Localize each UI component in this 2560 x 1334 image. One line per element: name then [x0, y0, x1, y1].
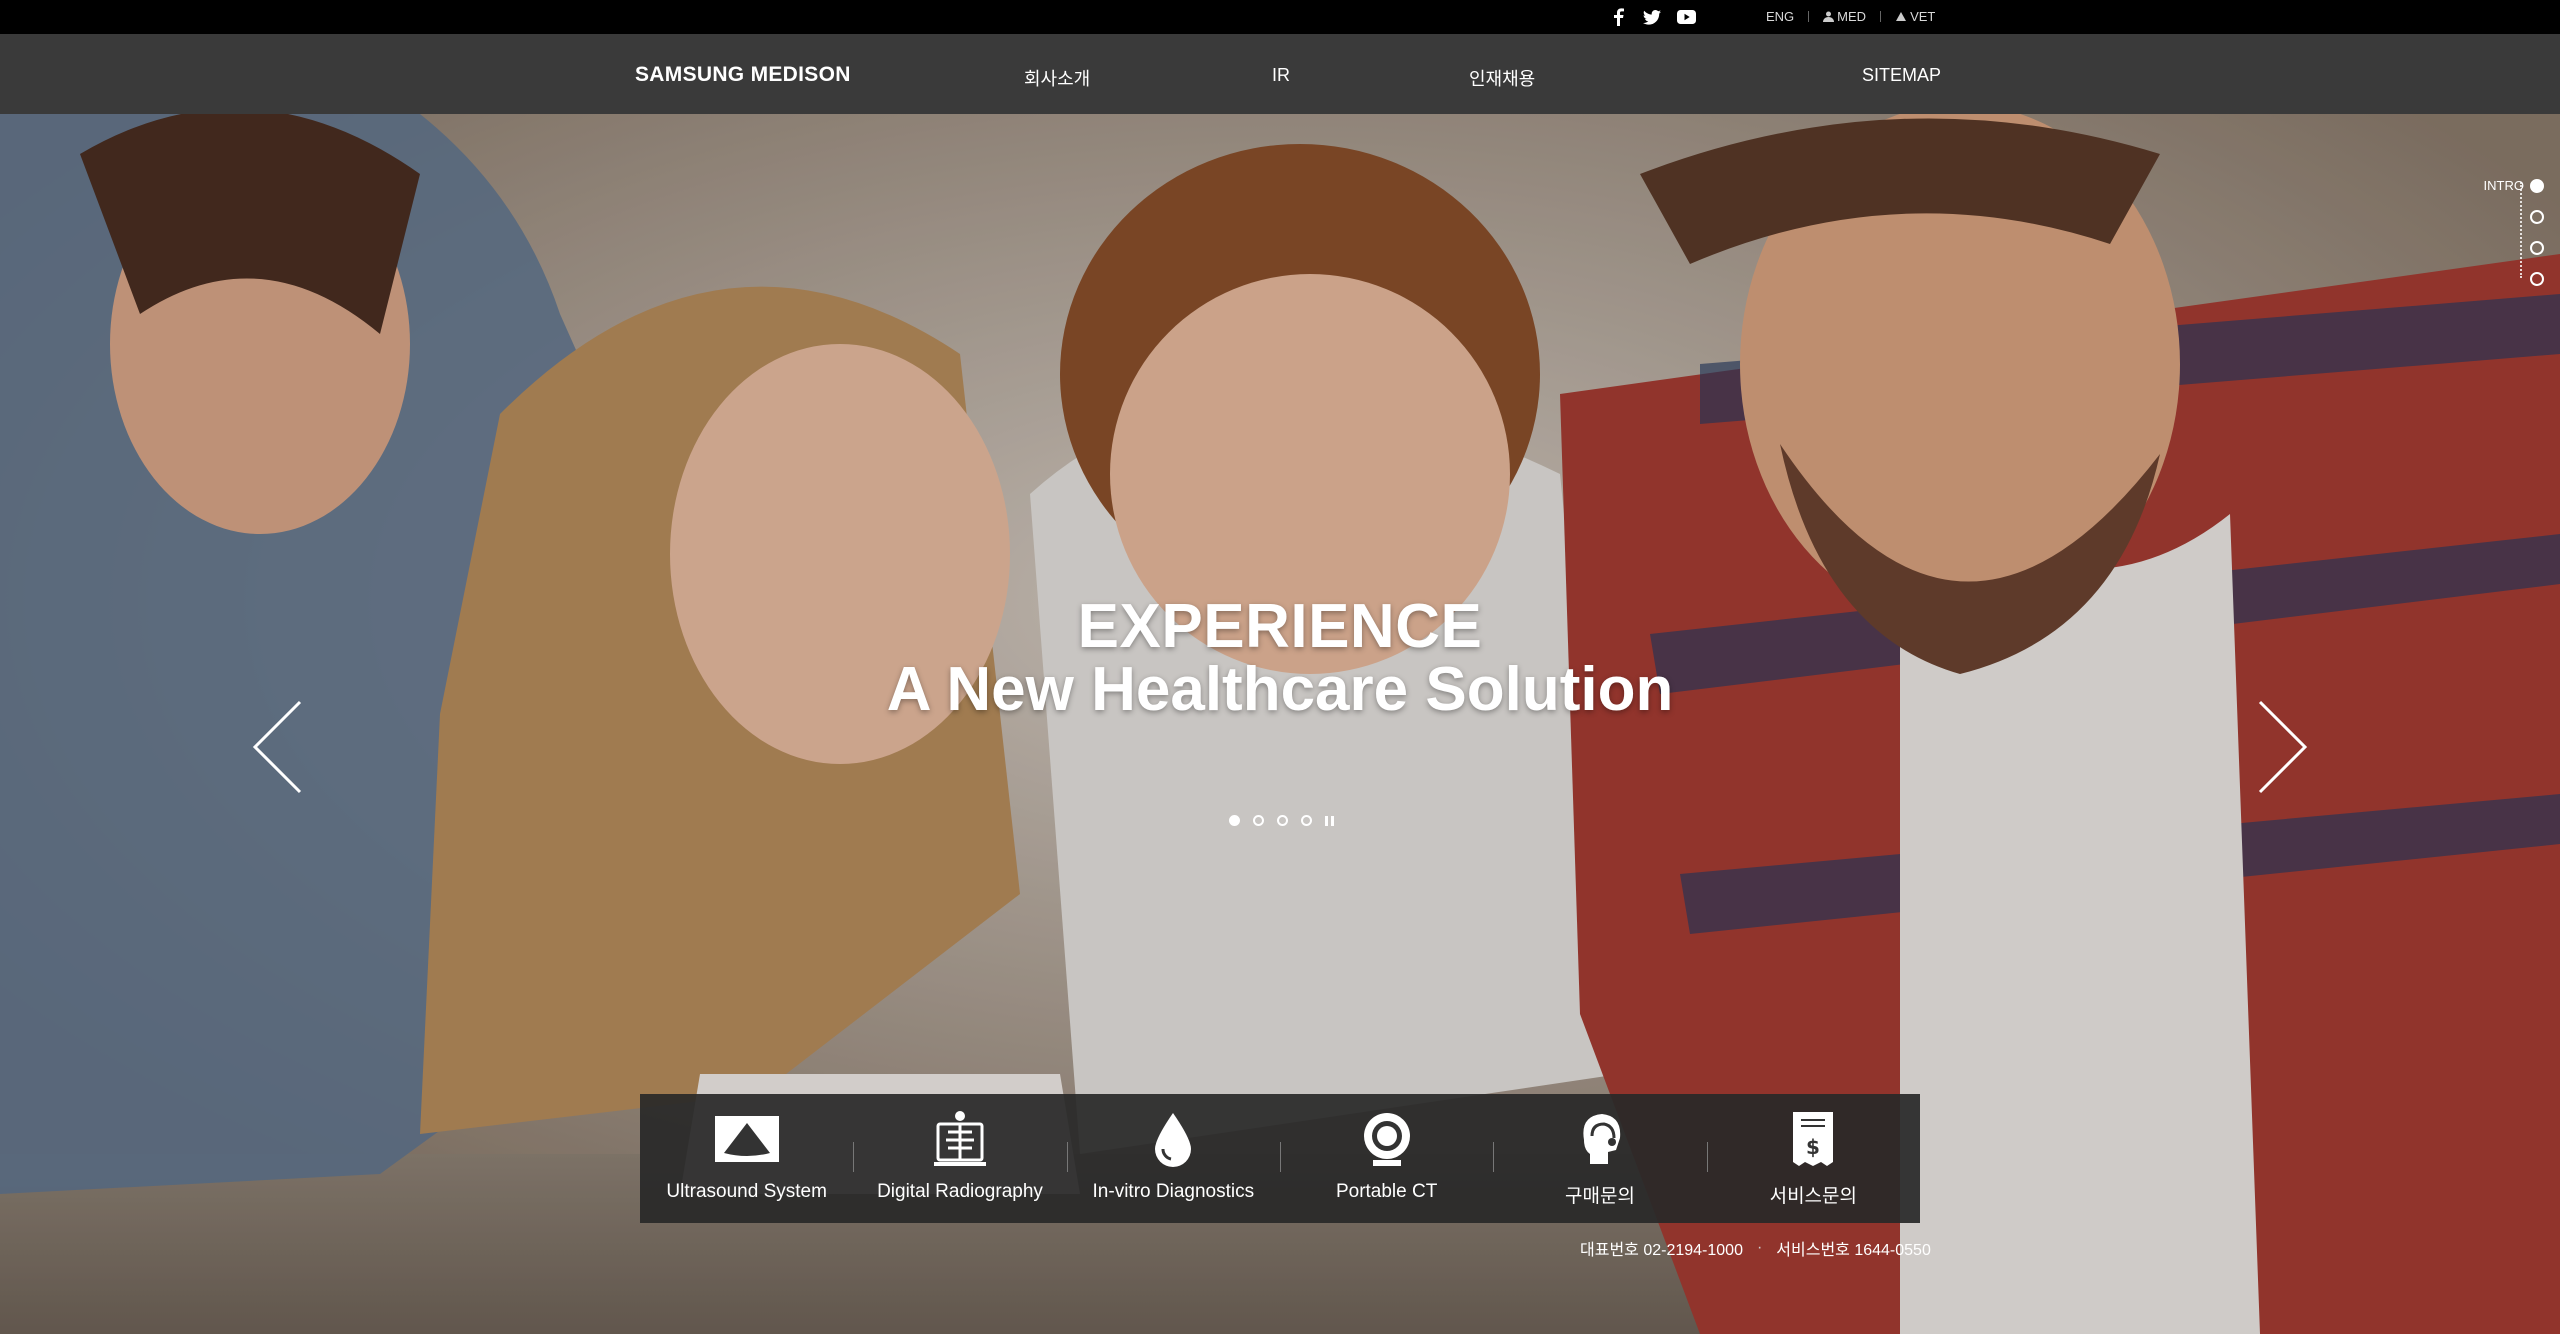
quick-item-ivd[interactable]: In-vitro Diagnostics — [1066, 1094, 1280, 1223]
slide-pager — [1229, 815, 1334, 826]
ultrasound-icon — [714, 1116, 779, 1162]
social-links — [1607, 7, 1697, 27]
quick-item-label: Ultrasound System — [666, 1181, 827, 1202]
hero-headline-line1: EXPERIENCE — [1077, 592, 1483, 661]
section-node — [2530, 271, 2544, 286]
quick-item-purchase-inquiry[interactable]: 구매문의 — [1493, 1094, 1706, 1223]
section-node — [2530, 240, 2544, 255]
vet-label: VET — [1910, 9, 1936, 24]
section-item-3[interactable] — [2530, 232, 2544, 263]
prev-slide-button[interactable] — [245, 692, 315, 802]
main-navigation: SAMSUNG MEDISON 회사소개 IR 인재채용 SITEMAP — [0, 34, 2560, 114]
slide-dot-1[interactable] — [1229, 815, 1240, 826]
droplet-icon — [1155, 1113, 1192, 1167]
ct-scanner-icon — [1363, 1113, 1410, 1166]
med-label: MED — [1837, 9, 1867, 24]
section-item-intro[interactable]: INTRO — [2484, 170, 2544, 201]
receipt-icon: $ — [1793, 1112, 1834, 1166]
site-switcher: ENG MED VET — [1766, 9, 1935, 24]
quick-item-label: 서비스문의 — [1769, 1186, 1857, 1207]
slide-dot-3[interactable] — [1277, 815, 1288, 826]
radiography-icon — [933, 1111, 986, 1166]
chevron-right-icon — [2258, 700, 2308, 794]
svg-text:$: $ — [1806, 1135, 1820, 1159]
med-link[interactable]: MED — [1823, 9, 1866, 24]
section-node — [2530, 178, 2544, 193]
quick-item-label: 구매문의 — [1565, 1186, 1635, 1207]
quick-item-radiography[interactable]: Digital Radiography — [853, 1094, 1066, 1223]
quick-menu: Ultrasound System Digital Radiography In… — [640, 1094, 1920, 1223]
slide-dot-4[interactable] — [1301, 815, 1312, 826]
contact-separator: · — [1756, 1239, 1763, 1256]
paw-icon — [1896, 12, 1907, 21]
section-indicator-line — [2520, 182, 2522, 278]
slide-dot-2[interactable] — [1253, 815, 1264, 826]
youtube-icon[interactable] — [1675, 7, 1697, 27]
section-item-label: INTRO — [2483, 178, 2524, 193]
brand-logo[interactable]: SAMSUNG MEDISON — [635, 63, 851, 87]
nav-item-ir[interactable]: IR — [1272, 65, 1290, 86]
section-item-2[interactable] — [2530, 201, 2544, 232]
service-phone: 서비스번호 1644-0550 — [1776, 1242, 1931, 1259]
hero-headline-line2: A New Healthcare Solution — [886, 655, 1674, 724]
headset-icon — [1583, 1114, 1621, 1164]
quick-item-portable-ct[interactable]: Portable CT — [1279, 1094, 1493, 1223]
quick-item-label: Portable CT — [1335, 1181, 1438, 1202]
quick-item-service-inquiry[interactable]: $ 서비스문의 — [1706, 1094, 1920, 1223]
main-phone: 대표번호 02-2194-1000 — [1580, 1242, 1743, 1259]
next-slide-button[interactable] — [2245, 692, 2315, 802]
lang-eng-label: ENG — [1766, 9, 1795, 24]
utility-bar: ENG MED VET — [0, 0, 2560, 34]
section-indicator: INTRO — [2484, 170, 2544, 294]
section-node — [2530, 209, 2544, 224]
nav-item-sitemap[interactable]: SITEMAP — [1862, 65, 1941, 86]
section-item-4[interactable] — [2530, 263, 2544, 294]
quick-item-ultrasound[interactable]: Ultrasound System — [640, 1094, 853, 1223]
pause-icon[interactable] — [1325, 815, 1334, 826]
vet-link[interactable]: VET — [1895, 9, 1935, 24]
facebook-icon[interactable] — [1607, 7, 1629, 27]
nav-item-company[interactable]: 회사소개 — [1024, 65, 1090, 91]
divider — [1880, 11, 1882, 22]
quick-item-label: In-vitro Diagnostics — [1092, 1181, 1255, 1202]
twitter-icon[interactable] — [1641, 7, 1663, 27]
quick-item-label: Digital Radiography — [877, 1181, 1043, 1202]
contact-numbers: 대표번호 02-2194-1000 · 서비스번호 1644-0550 — [1580, 1236, 1931, 1260]
nav-item-careers[interactable]: 인재채용 — [1469, 65, 1535, 91]
chevron-left-icon — [252, 700, 302, 794]
lang-eng-link[interactable]: ENG — [1766, 9, 1794, 24]
divider — [1808, 11, 1810, 22]
user-icon — [1823, 11, 1835, 22]
